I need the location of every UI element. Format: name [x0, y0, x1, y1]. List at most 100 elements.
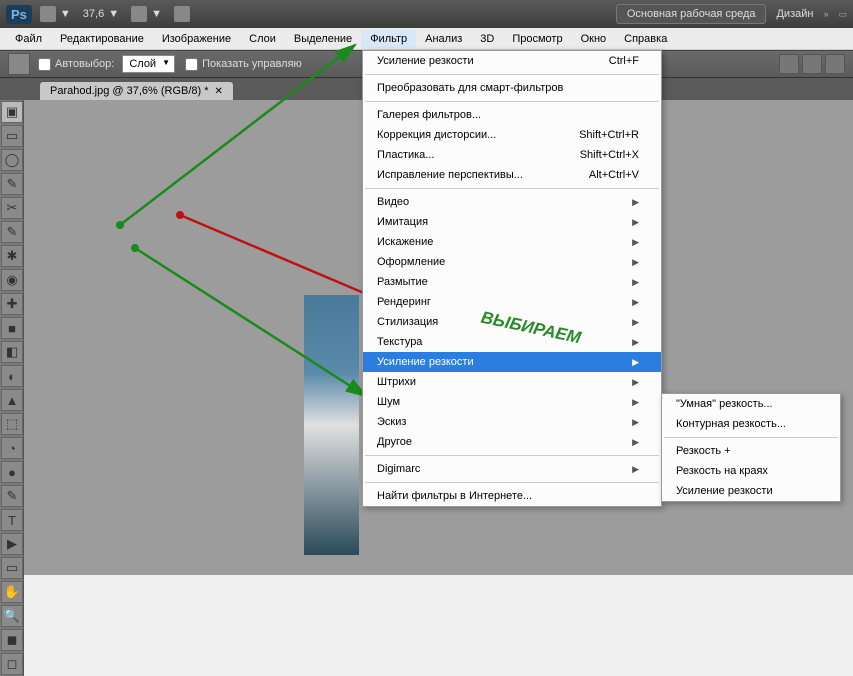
filter-menu-item[interactable]: Исправление перспективы...Alt+Ctrl+V — [363, 165, 661, 185]
menu-item-3d[interactable]: 3D — [471, 30, 503, 48]
show-controls-checkbox[interactable]: Показать управляю — [185, 58, 302, 71]
tool-button-21[interactable]: 🔍 — [1, 605, 23, 627]
menu-item-label: Размытие — [377, 276, 428, 288]
tool-button-6[interactable]: ✱ — [1, 245, 23, 267]
submenu-item[interactable]: Усиление резкости — [662, 481, 840, 501]
frame-dropdown[interactable]: ▼ — [40, 6, 71, 22]
submenu-item[interactable]: Контурная резкость... — [662, 414, 840, 434]
design-label[interactable]: Дизайн — [776, 8, 813, 20]
menu-item-label: Усиление резкости — [377, 55, 474, 67]
menu-item-просмотр[interactable]: Просмотр — [503, 30, 571, 48]
tool-button-11[interactable]: ◐ — [1, 365, 23, 387]
chevron-right-icon[interactable]: » — [823, 9, 828, 19]
menu-item-label: Искажение — [377, 236, 433, 248]
filter-menu-item[interactable]: Другое▶ — [363, 432, 661, 452]
tool-button-7[interactable]: ◉ — [1, 269, 23, 291]
zoom-field[interactable]: 37,6 ▼ — [83, 8, 119, 20]
submenu-arrow-icon: ▶ — [632, 317, 639, 328]
tool-button-14[interactable]: ◔ — [1, 437, 23, 459]
menu-item-label: Коррекция дисторсии... — [377, 129, 496, 141]
menu-item-анализ[interactable]: Анализ — [416, 30, 471, 48]
submenu-arrow-icon: ▶ — [632, 217, 639, 228]
move-tool-icon[interactable] — [8, 53, 30, 75]
tool-button-8[interactable]: ✚ — [1, 293, 23, 315]
menu-shortcut: Shift+Ctrl+R — [579, 129, 639, 141]
tool-button-2[interactable]: ◯ — [1, 149, 23, 171]
filter-menu-item[interactable]: Усиление резкости▶ — [363, 352, 661, 372]
submenu-item[interactable]: "Умная" резкость... — [662, 394, 840, 414]
menu-item-справка[interactable]: Справка — [615, 30, 676, 48]
app-header: Ps ▼ 37,6 ▼ ▼ Основная рабочая среда Диз… — [0, 0, 853, 28]
filter-menu-item[interactable]: Текстура▶ — [363, 332, 661, 352]
submenu-arrow-icon: ▶ — [632, 464, 639, 475]
filter-menu-item[interactable]: Галерея фильтров... — [363, 105, 661, 125]
submenu-item[interactable]: Резкость + — [662, 441, 840, 461]
tool-button-13[interactable]: ⬚ — [1, 413, 23, 435]
filter-menu-item[interactable]: Пластика...Shift+Ctrl+X — [363, 145, 661, 165]
align-icon-1[interactable] — [779, 54, 799, 74]
filter-menu-item[interactable]: Имитация▶ — [363, 212, 661, 232]
view-dropdown[interactable]: ▼ — [131, 6, 162, 22]
submenu-arrow-icon: ▶ — [632, 197, 639, 208]
close-icon[interactable]: ✕ — [215, 86, 223, 97]
menu-item-label: Шум — [377, 396, 400, 408]
layer-dropdown[interactable]: Слой — [122, 55, 175, 73]
tool-button-23[interactable]: ◻ — [1, 653, 23, 675]
menu-item-label: Исправление перспективы... — [377, 169, 523, 181]
align-icon-3[interactable] — [825, 54, 845, 74]
filter-menu-item[interactable]: Оформление▶ — [363, 252, 661, 272]
tool-button-19[interactable]: ▭ — [1, 557, 23, 579]
menu-separator — [365, 455, 659, 456]
menu-separator — [664, 437, 838, 438]
tool-button-10[interactable]: ◧ — [1, 341, 23, 363]
menu-item-label: Преобразовать для смарт-фильтров — [377, 82, 563, 94]
tool-button-15[interactable]: ● — [1, 461, 23, 483]
tool-button-0[interactable]: ▣ — [1, 101, 23, 123]
menu-item-label: Найти фильтры в Интернете... — [377, 490, 532, 502]
menu-item-выделение[interactable]: Выделение — [285, 30, 361, 48]
screen-mode[interactable] — [174, 6, 190, 22]
tool-button-22[interactable]: ◼ — [1, 629, 23, 651]
filter-menu-item[interactable]: Шум▶ — [363, 392, 661, 412]
document-tab[interactable]: Parahod.jpg @ 37,6% (RGB/8) * ✕ — [40, 82, 233, 100]
filter-menu-item[interactable]: Преобразовать для смарт-фильтров — [363, 78, 661, 98]
tool-button-1[interactable]: ▭ — [1, 125, 23, 147]
filter-menu-item[interactable]: Рендеринг▶ — [363, 292, 661, 312]
autoselect-checkbox[interactable]: Автовыбор: — [38, 58, 114, 71]
filter-menu-item[interactable]: Штрихи▶ — [363, 372, 661, 392]
filter-menu-item[interactable]: Эскиз▶ — [363, 412, 661, 432]
menu-item-окно[interactable]: Окно — [572, 30, 616, 48]
filter-menu: Усиление резкостиCtrl+F Преобразовать для… — [362, 50, 662, 507]
tool-button-9[interactable]: ■ — [1, 317, 23, 339]
document-image[interactable] — [304, 295, 359, 555]
workspace-button[interactable]: Основная рабочая среда — [616, 4, 767, 24]
menu-item-редактирование[interactable]: Редактирование — [51, 30, 153, 48]
filter-menu-item[interactable]: Усиление резкостиCtrl+F — [363, 51, 661, 71]
tool-button-18[interactable]: ▶ — [1, 533, 23, 555]
filter-menu-item[interactable]: Найти фильтры в Интернете... — [363, 486, 661, 506]
filter-menu-item[interactable]: Видео ▶ — [363, 192, 661, 212]
filter-menu-item[interactable]: Digimarc▶ — [363, 459, 661, 479]
filter-menu-item[interactable]: Искажение▶ — [363, 232, 661, 252]
collapse-icon[interactable]: ▭ — [838, 9, 847, 20]
menu-item-слои[interactable]: Слои — [240, 30, 285, 48]
submenu-arrow-icon: ▶ — [632, 297, 639, 308]
tool-button-16[interactable]: ✎ — [1, 485, 23, 507]
filter-menu-item[interactable]: Размытие▶ — [363, 272, 661, 292]
menu-item-изображение[interactable]: Изображение — [153, 30, 240, 48]
submenu-item[interactable]: Резкость на краях — [662, 461, 840, 481]
tool-button-4[interactable]: ✂ — [1, 197, 23, 219]
tool-button-12[interactable]: ▲ — [1, 389, 23, 411]
menu-item-label: Видео — [377, 196, 409, 208]
autoselect-input[interactable] — [38, 58, 51, 71]
menu-item-файл[interactable]: Файл — [6, 30, 51, 48]
tool-button-20[interactable]: ✋ — [1, 581, 23, 603]
tool-button-17[interactable]: T — [1, 509, 23, 531]
tool-button-5[interactable]: ✎ — [1, 221, 23, 243]
tool-button-3[interactable]: ✎ — [1, 173, 23, 195]
show-controls-input[interactable] — [185, 58, 198, 71]
filter-menu-item[interactable]: Коррекция дисторсии... Shift+Ctrl+R — [363, 125, 661, 145]
menu-item-фильтр[interactable]: Фильтр — [361, 30, 416, 48]
submenu-arrow-icon: ▶ — [632, 357, 639, 368]
align-icon-2[interactable] — [802, 54, 822, 74]
